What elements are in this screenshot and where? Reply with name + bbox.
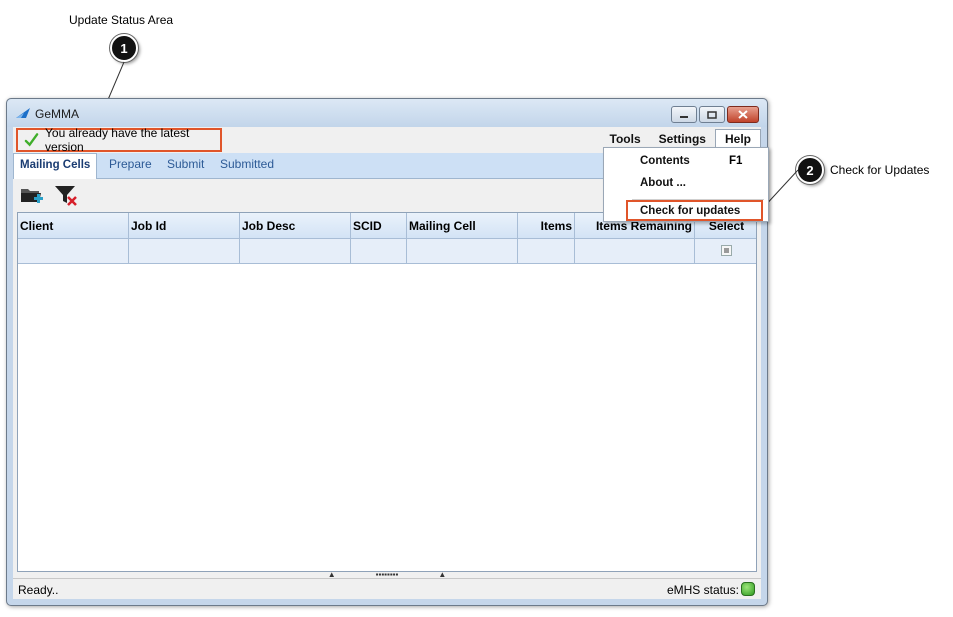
help-dropdown-menu: Contents F1 About ... Check for updates xyxy=(603,147,769,222)
column-scid[interactable]: SCID xyxy=(351,213,407,239)
table-cell xyxy=(351,239,407,263)
tab-prepare[interactable]: Prepare xyxy=(109,157,152,171)
title-bar: GeMMA xyxy=(7,99,767,127)
table-cell xyxy=(518,239,575,263)
close-button[interactable] xyxy=(727,106,759,123)
table-row[interactable] xyxy=(18,239,756,264)
window-title: GeMMA xyxy=(35,107,80,121)
column-items[interactable]: Items xyxy=(518,213,575,239)
select-checkbox[interactable] xyxy=(721,245,732,256)
tab-submit[interactable]: Submit xyxy=(167,157,204,171)
column-client[interactable]: Client xyxy=(18,213,129,239)
maximize-icon xyxy=(707,110,717,119)
mailing-cells-grid: Client Job Id Job Desc SCID Mailing Cell… xyxy=(17,212,757,572)
close-icon xyxy=(738,110,748,119)
table-cell xyxy=(18,239,129,263)
clear-filter-button[interactable] xyxy=(53,183,81,209)
gemma-logo-icon xyxy=(16,108,30,118)
maximize-button[interactable] xyxy=(699,106,725,123)
emhs-status-label: eMHS status: xyxy=(666,583,739,597)
column-job-desc[interactable]: Job Desc xyxy=(240,213,351,239)
contents-shortcut: F1 xyxy=(729,155,743,167)
table-cell xyxy=(407,239,518,263)
callout-1-label: Update Status Area xyxy=(69,13,174,27)
status-text: Ready.. xyxy=(18,583,59,597)
column-mailing-cell[interactable]: Mailing Cell xyxy=(407,213,518,239)
minimize-button[interactable] xyxy=(671,106,697,123)
add-folder-button[interactable] xyxy=(19,183,47,209)
table-cell xyxy=(575,239,695,263)
update-status-box: You already have the latest version xyxy=(16,126,222,154)
update-status-text: You already have the latest version xyxy=(45,126,190,154)
tab-mailing-cells[interactable]: Mailing Cells xyxy=(13,153,98,180)
table-cell xyxy=(240,239,351,263)
window-controls xyxy=(671,106,759,123)
status-bar: Ready.. eMHS status: xyxy=(13,578,761,599)
table-cell xyxy=(129,239,240,263)
menu-item-contents[interactable]: Contents xyxy=(640,155,690,167)
clear-filter-icon xyxy=(55,186,77,206)
status-led-icon xyxy=(741,582,755,596)
minimize-icon xyxy=(680,115,688,118)
tab-submitted[interactable]: Submitted xyxy=(220,157,274,171)
callout-2-badge: 2 xyxy=(796,156,824,184)
callout-2-label: Check for Updates xyxy=(830,163,930,177)
checkmark-icon xyxy=(24,133,39,147)
column-job-id[interactable]: Job Id xyxy=(129,213,240,239)
menu-item-about[interactable]: About ... xyxy=(640,177,686,189)
add-folder-icon xyxy=(21,189,43,203)
menu-item-check-for-updates[interactable]: Check for updates xyxy=(640,205,740,217)
callout-1-badge: 1 xyxy=(110,34,138,62)
